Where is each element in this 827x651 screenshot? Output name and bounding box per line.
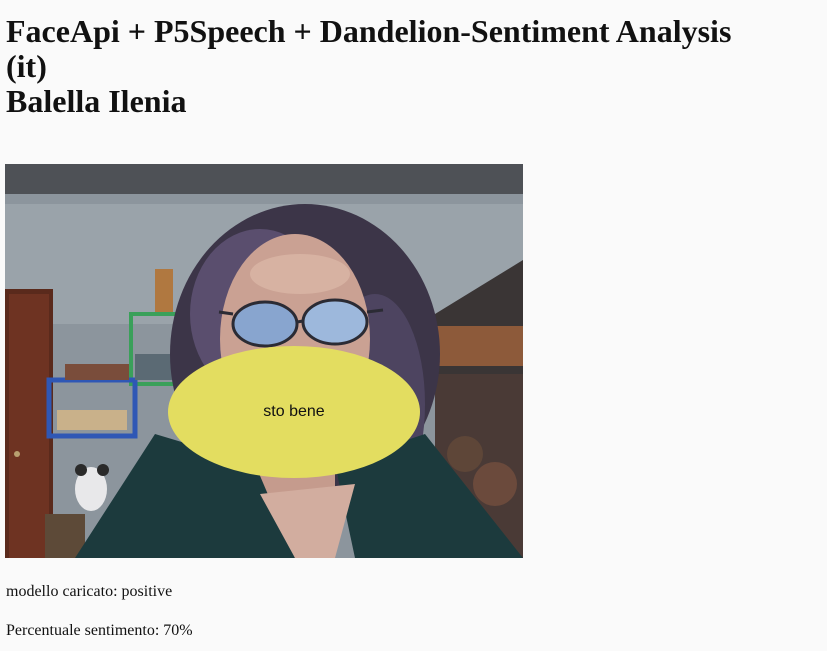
model-status-value: positive <box>121 583 173 600</box>
title-line-2: (it) <box>6 48 47 84</box>
model-status: modello caricato: positive <box>6 583 172 601</box>
sentiment-percentage-value: 70% <box>163 622 193 639</box>
speech-bubble: sto bene <box>168 346 420 478</box>
model-status-label: modello caricato: <box>6 583 118 600</box>
title-line-1: FaceApi + P5Speech + Dandelion-Sentiment… <box>6 13 732 49</box>
speech-text: sto bene <box>263 403 325 420</box>
sentiment-percentage: Percentuale sentimento: 70% <box>6 622 193 640</box>
author-name: Balella Ilenia <box>6 83 187 119</box>
page-title: FaceApi + P5Speech + Dandelion-Sentiment… <box>6 14 826 119</box>
sentiment-percentage-label: Percentuale sentimento: <box>6 622 160 639</box>
webcam-canvas: sto bene <box>5 164 523 558</box>
